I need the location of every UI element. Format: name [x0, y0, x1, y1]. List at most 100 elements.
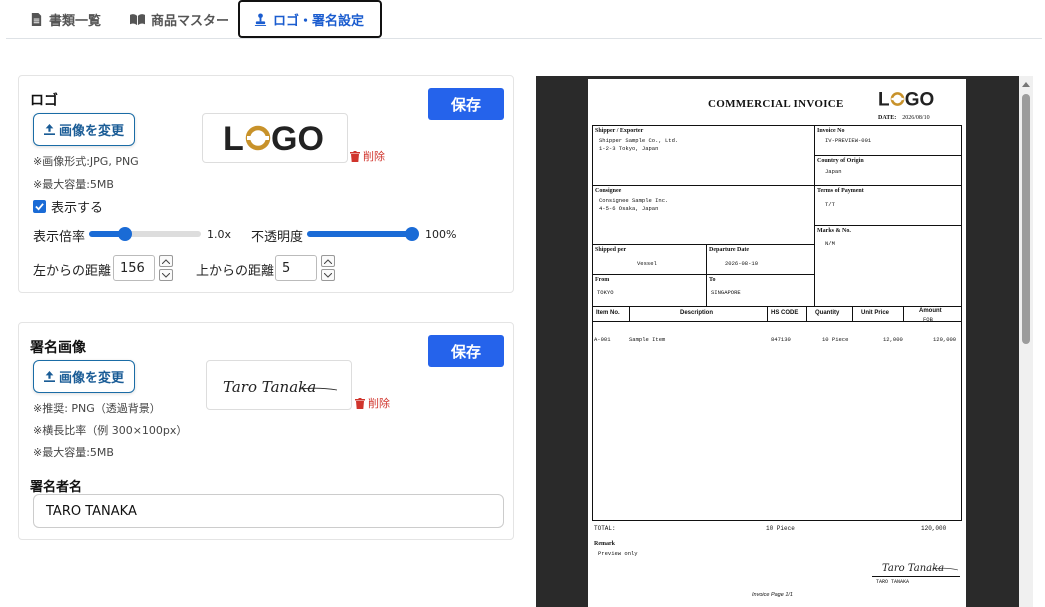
payment-value: T/T	[825, 201, 835, 208]
invoice-signature-image: Taro Tanaka	[882, 563, 959, 574]
upload-icon	[44, 371, 55, 382]
logo-save-button[interactable]: 保存	[428, 88, 504, 120]
total-label: TOTAL:	[594, 525, 616, 532]
opacity-slider[interactable]	[307, 227, 419, 241]
left-distance-spinner	[159, 255, 173, 281]
signature-change-image-button[interactable]: 画像を変更	[33, 360, 136, 393]
top-distance-up[interactable]	[321, 255, 335, 267]
row-quantity: 10 Piece	[822, 336, 849, 343]
remark-value: Preview only	[598, 550, 638, 557]
opacity-slider-fill	[307, 231, 412, 237]
show-checkbox[interactable]	[33, 200, 46, 213]
logo-size-note: ※最大容量:5MB	[33, 178, 114, 191]
shipped-per-label: Shipped per	[595, 247, 627, 253]
remark-label: Remark	[594, 541, 615, 547]
departure-label: Departure Date	[709, 247, 750, 253]
change-button-label: 画像を変更	[59, 124, 125, 139]
left-distance-down[interactable]	[159, 269, 173, 281]
chevron-down-icon	[324, 272, 332, 278]
col-item-no: Item No.	[596, 310, 620, 316]
col-unit-price: Unit Price	[861, 310, 890, 316]
from-value: TOKYO	[597, 289, 614, 296]
shipper-line2: 1-2-3 Tokyo, Japan	[599, 145, 659, 152]
signature-preview: Taro Tanaka	[206, 360, 352, 410]
chevron-up-icon	[162, 258, 170, 264]
top-distance-spinner	[321, 255, 335, 281]
tab-label: 書類一覧	[49, 13, 102, 29]
logo-card-title: ロゴ	[30, 93, 58, 109]
chevron-up-icon	[324, 258, 332, 264]
opacity-slider-thumb[interactable]	[405, 227, 419, 241]
payment-label: Terms of Payment	[817, 188, 864, 194]
tab-product-master[interactable]: 商品マスター	[116, 0, 243, 38]
col-description: Description	[680, 310, 714, 316]
svg-text:Taro Tanaka: Taro Tanaka	[223, 378, 316, 396]
stamp-icon	[254, 12, 267, 26]
left-distance-up[interactable]	[159, 255, 173, 267]
to-label: To	[709, 277, 716, 283]
from-label: From	[595, 277, 610, 283]
logo-delete-link[interactable]: 削除	[350, 148, 385, 164]
row-hs-code: 847130	[771, 336, 791, 343]
change-button-label: 画像を変更	[59, 371, 125, 386]
to-value: SINGAPORE	[711, 289, 741, 296]
tab-label: ロゴ・署名設定	[273, 13, 365, 29]
col-quantity: Quantity	[815, 310, 840, 316]
consignee-line2: 4-5-6 Osaka, Japan	[599, 205, 659, 212]
signature-settings-card: 署名画像 保存 画像を変更 Taro Tanaka 削除 ※推奨: PNG（透過…	[18, 322, 514, 540]
invoice-signer-name: TARO TANAKA	[876, 579, 910, 585]
scale-slider-thumb[interactable]	[118, 227, 132, 241]
trash-icon	[350, 150, 360, 162]
signature-ratio-note: ※横長比率（例 300×100px）	[33, 424, 188, 437]
invoice-logo: L GO	[878, 90, 935, 108]
svg-text:GO: GO	[905, 90, 935, 108]
logo-image: L GO	[223, 123, 324, 153]
invoice-title: COMMERCIAL INVOICE	[708, 98, 844, 110]
chevron-down-icon	[162, 272, 170, 278]
opacity-value: 100%	[425, 228, 457, 241]
logo-preview: L GO	[202, 113, 348, 163]
opacity-label: 不透明度	[251, 230, 304, 245]
show-label: 表示する	[51, 201, 104, 216]
tab-logo-signature[interactable]: ロゴ・署名設定	[238, 0, 382, 38]
col-amount-sub: FOB	[923, 316, 933, 323]
shipper-line1: Shipper Sample Co., Ltd.	[599, 137, 679, 144]
scale-label: 表示倍率	[33, 230, 86, 245]
scale-slider[interactable]	[89, 227, 201, 241]
tab-documents[interactable]: 書類一覧	[16, 0, 115, 38]
scroll-thumb[interactable]	[1022, 94, 1030, 344]
invoice-preview-pane[interactable]: COMMERCIAL INVOICE L GO DATE:2026/08/10	[536, 76, 1033, 607]
invoice-date: DATE: 2026/08/10	[878, 115, 930, 121]
svg-text:GO: GO	[271, 123, 324, 153]
tab-bar: 書類一覧 商品マスター ロゴ・署名設定	[6, 0, 1042, 39]
top-distance-input[interactable]: 5	[275, 255, 317, 281]
signer-name-label: 署名者名	[30, 480, 83, 495]
col-hs-code: HS CODE	[771, 310, 799, 316]
row-amount: 120,000	[933, 336, 957, 343]
document-icon	[31, 12, 42, 26]
top-distance-label: 上からの距離	[196, 264, 275, 279]
upload-icon	[44, 124, 55, 135]
signature-delete-link[interactable]: 削除	[355, 395, 390, 411]
consignee-line1: Consignee Sample Inc.	[599, 197, 669, 204]
scroll-up-icon[interactable]	[1022, 81, 1030, 87]
logo-change-image-button[interactable]: 画像を変更	[33, 113, 136, 146]
marks-label: Marks & No.	[817, 228, 851, 234]
signer-name-input[interactable]: TARO TANAKA	[33, 494, 504, 528]
invoice-grid: Shipper / Exporter Shipper Sample Co., L…	[592, 125, 962, 521]
svg-text:L: L	[223, 123, 244, 153]
shipped-per-value: Vessel	[637, 260, 657, 267]
delete-label: 削除	[363, 150, 385, 163]
trash-icon	[355, 397, 365, 409]
svg-text:L: L	[878, 90, 890, 108]
row-description: Sample Item	[629, 336, 666, 343]
delete-label: 削除	[368, 397, 390, 410]
marks-value: N/M	[825, 240, 835, 247]
left-distance-input[interactable]: 156	[113, 255, 155, 281]
signature-save-button[interactable]: 保存	[428, 335, 504, 367]
top-distance-down[interactable]	[321, 269, 335, 281]
preview-scrollbar[interactable]	[1019, 76, 1033, 607]
origin-label: Country of Origin	[817, 158, 864, 164]
logo-show-toggle[interactable]: 表示する	[33, 197, 103, 216]
signature-card-title: 署名画像	[30, 340, 86, 356]
